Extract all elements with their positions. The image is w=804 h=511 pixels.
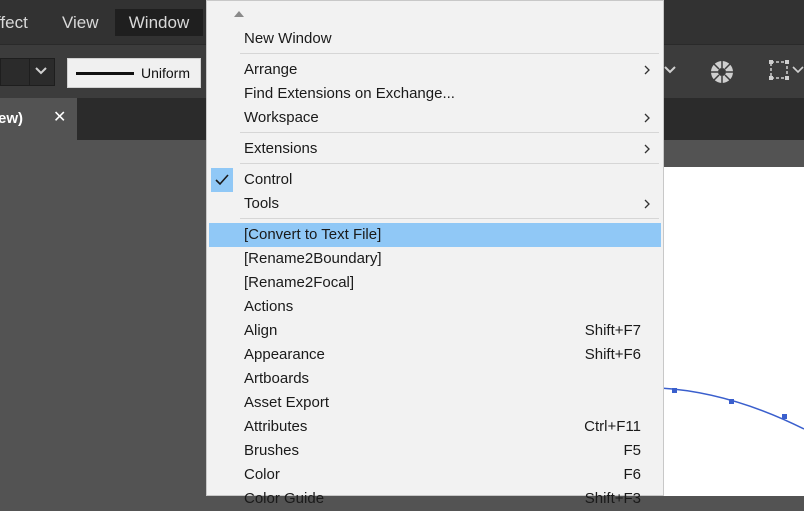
menu-item-shortcut: Shift+F3: [584, 490, 641, 507]
anchor-point[interactable]: [782, 414, 787, 419]
recolor-artwork-icon[interactable]: [708, 58, 736, 86]
menu-item-label: Color Guide: [244, 490, 325, 507]
menu-item-shortcut: Shift+F6: [584, 346, 641, 363]
menu-item-shortcut: Ctrl+F11: [584, 418, 641, 435]
menu-item-extensions[interactable]: Extensions: [209, 137, 661, 161]
menu-item-color-guide[interactable]: Color Guide Shift+F3: [209, 487, 661, 511]
menu-item-label: [Convert to Text File]: [244, 226, 382, 243]
selected-path[interactable]: [660, 167, 804, 496]
chevron-right-icon: [644, 113, 650, 123]
menu-item-label: Brushes: [244, 442, 300, 459]
menu-item-convert-to-text-file[interactable]: [Convert to Text File]: [209, 223, 661, 247]
menu-item-artboards[interactable]: Artboards: [209, 367, 661, 391]
menu-item-rename2focal[interactable]: [Rename2Focal]: [209, 271, 661, 295]
dropdown-divider: [29, 59, 30, 85]
menu-item-label: Actions: [244, 298, 294, 315]
menu-item-label: Align: [244, 322, 278, 339]
menu-item-workspace[interactable]: Workspace: [209, 106, 661, 130]
menu-item-label: [Rename2Boundary]: [244, 250, 382, 267]
menu-item-label: Asset Export: [244, 394, 330, 411]
menu-separator: [240, 132, 659, 133]
anchor-point[interactable]: [729, 399, 734, 404]
document-tab-label: ew): [0, 110, 24, 127]
menu-item-label: [Rename2Focal]: [244, 274, 355, 291]
menu-separator: [240, 163, 659, 164]
menu-item-label: Appearance: [244, 346, 325, 363]
chevron-down-icon[interactable]: [662, 63, 678, 77]
window-menu-dropdown: New Window Arrange Find Extensions on Ex…: [206, 0, 664, 507]
menu-item-label: Extensions: [244, 140, 318, 157]
close-icon[interactable]: ✕: [53, 107, 66, 127]
menu-item-brushes[interactable]: Brushes F5: [209, 439, 661, 463]
scroll-up-arrow-icon[interactable]: [233, 10, 245, 18]
chevron-down-icon: [35, 67, 47, 75]
menu-item-label: Find Extensions on Exchange...: [244, 85, 455, 102]
menu-item-label: Control: [244, 171, 293, 188]
menu-item-label: Artboards: [244, 370, 310, 387]
menu-item-appearance[interactable]: Appearance Shift+F6: [209, 343, 661, 367]
menu-item-label: Attributes: [244, 418, 308, 435]
stroke-line-preview: [76, 72, 134, 75]
menu-item-rename2boundary[interactable]: [Rename2Boundary]: [209, 247, 661, 271]
menu-item-tools[interactable]: Tools: [209, 192, 661, 216]
chevron-down-icon[interactable]: [792, 65, 804, 75]
menu-item-shortcut: F5: [623, 442, 641, 459]
menu-item-attributes[interactable]: Attributes Ctrl+F11: [209, 415, 661, 439]
menu-item-shortcut: Shift+F7: [584, 322, 641, 339]
menu-item-actions[interactable]: Actions: [209, 295, 661, 319]
stroke-profile-label: Uniform: [141, 65, 191, 81]
chevron-right-icon: [644, 199, 650, 209]
menu-item-label: New Window: [244, 30, 332, 47]
artboard[interactable]: [660, 167, 804, 496]
anchor-point[interactable]: [672, 388, 677, 393]
menu-item-label: Arrange: [244, 61, 298, 78]
menu-separator: [240, 53, 659, 54]
chevron-right-icon: [644, 144, 650, 154]
menu-view[interactable]: View: [62, 9, 99, 36]
menu-item-arrange[interactable]: Arrange: [209, 58, 661, 82]
check-icon: [211, 168, 233, 192]
menu-item-new-window[interactable]: New Window: [209, 27, 661, 51]
menu-item-align[interactable]: Align Shift+F7: [209, 319, 661, 343]
menu-window[interactable]: Window: [115, 9, 203, 36]
menu-item-shortcut: F6: [623, 466, 641, 483]
chevron-right-icon: [644, 65, 650, 75]
transform-icon[interactable]: [768, 59, 790, 81]
menu-item-control[interactable]: Control: [209, 168, 661, 192]
menu-item-asset-export[interactable]: Asset Export: [209, 391, 661, 415]
stroke-weight-dropdown[interactable]: [0, 58, 55, 86]
menu-item-label: Color: [244, 466, 280, 483]
menu-item-label: Tools: [244, 195, 280, 212]
menu-separator: [240, 218, 659, 219]
menu-item-label: Workspace: [244, 109, 319, 126]
menu-effect[interactable]: ffect: [0, 9, 28, 36]
document-tab[interactable]: ew) ✕: [0, 98, 77, 140]
stroke-profile-dropdown[interactable]: Uniform: [67, 58, 201, 88]
menu-item-color[interactable]: Color F6: [209, 463, 661, 487]
menu-item-find-extensions[interactable]: Find Extensions on Exchange...: [209, 82, 661, 106]
